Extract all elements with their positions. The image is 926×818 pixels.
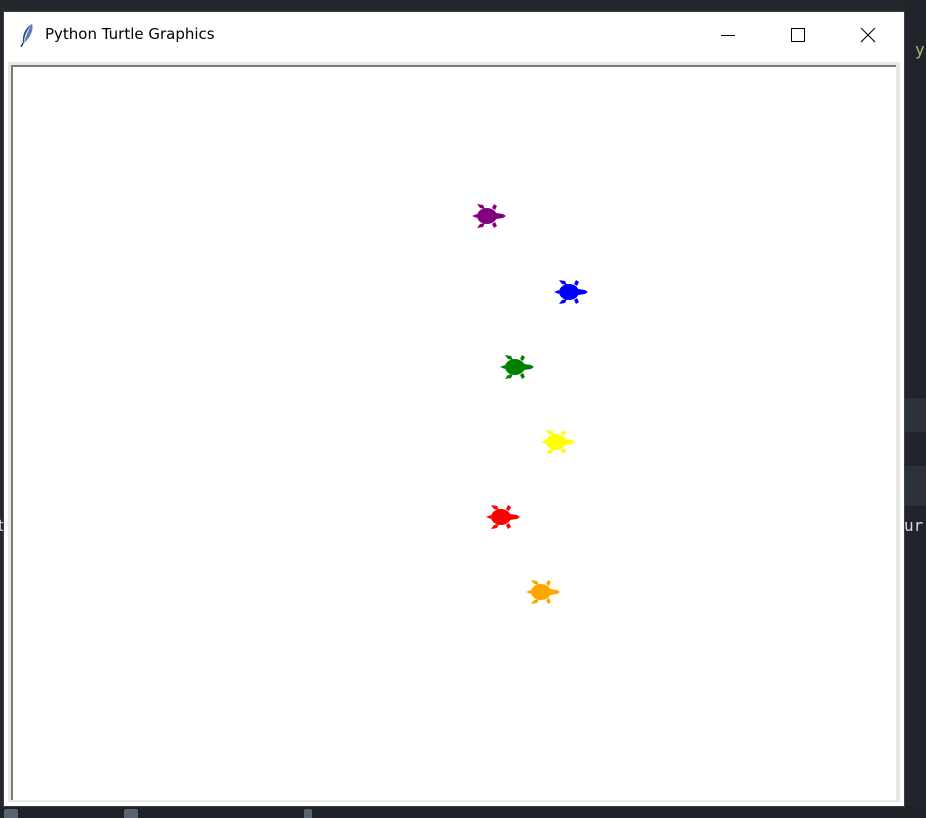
purple-turtle xyxy=(472,204,506,228)
orange-turtle xyxy=(526,580,560,604)
maximize-icon xyxy=(791,28,805,42)
background-editor-line xyxy=(150,0,480,12)
green-turtle xyxy=(500,355,534,379)
window-title: Python Turtle Graphics xyxy=(45,25,215,43)
background-status-icon xyxy=(4,809,18,818)
red-turtle xyxy=(486,505,520,529)
desktop-background: y ur t Python Turtle Graphics xyxy=(0,0,926,818)
background-status-icon xyxy=(304,809,312,818)
background-status-icon xyxy=(124,809,138,818)
title-bar[interactable]: Python Turtle Graphics xyxy=(4,12,904,58)
canvas-frame xyxy=(8,62,900,802)
turtle-graphics-window[interactable]: Python Turtle Graphics xyxy=(4,12,904,806)
maximize-button[interactable] xyxy=(764,12,832,58)
background-editor-text: ur xyxy=(904,516,924,535)
yellow-turtle xyxy=(541,430,575,454)
close-icon xyxy=(860,27,876,43)
minimize-button[interactable] xyxy=(694,12,762,58)
turtle-canvas[interactable] xyxy=(11,65,896,800)
background-editor-text: y xyxy=(915,40,925,59)
background-editor-band xyxy=(904,398,926,432)
background-status-bar xyxy=(0,806,926,818)
feather-icon xyxy=(20,24,33,47)
minimize-icon xyxy=(721,35,735,36)
close-button[interactable] xyxy=(834,12,902,58)
blue-turtle xyxy=(554,280,588,304)
background-editor-band xyxy=(904,466,926,506)
